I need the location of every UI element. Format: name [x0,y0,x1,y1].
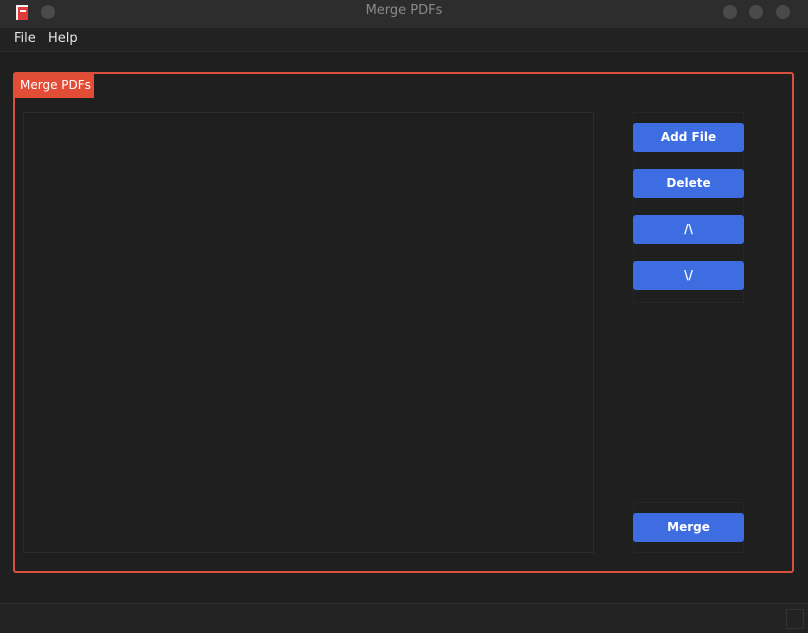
add-file-button[interactable]: Add File [633,123,744,152]
move-down-button[interactable]: \/ [633,261,744,290]
title-bar[interactable]: Merge PDFs [0,0,808,28]
window-title: Merge PDFs [365,3,443,18]
minimize-button[interactable] [723,5,737,19]
status-bar [0,603,808,633]
move-up-button[interactable]: /\ [633,215,744,244]
resize-grip[interactable] [786,609,804,629]
merge-button[interactable]: Merge [633,513,744,542]
delete-button[interactable]: Delete [633,169,744,198]
close-button[interactable] [776,5,790,19]
menu-file[interactable]: File [14,31,36,46]
pdf-file-list[interactable] [23,112,594,553]
menu-help[interactable]: Help [48,31,78,46]
menu-bar: File Help [0,28,808,52]
maximize-button[interactable] [749,5,763,19]
group-box-title: Merge PDFs [14,73,94,98]
app-window: Merge PDFs File Help Merge PDFs Add File… [0,0,808,633]
